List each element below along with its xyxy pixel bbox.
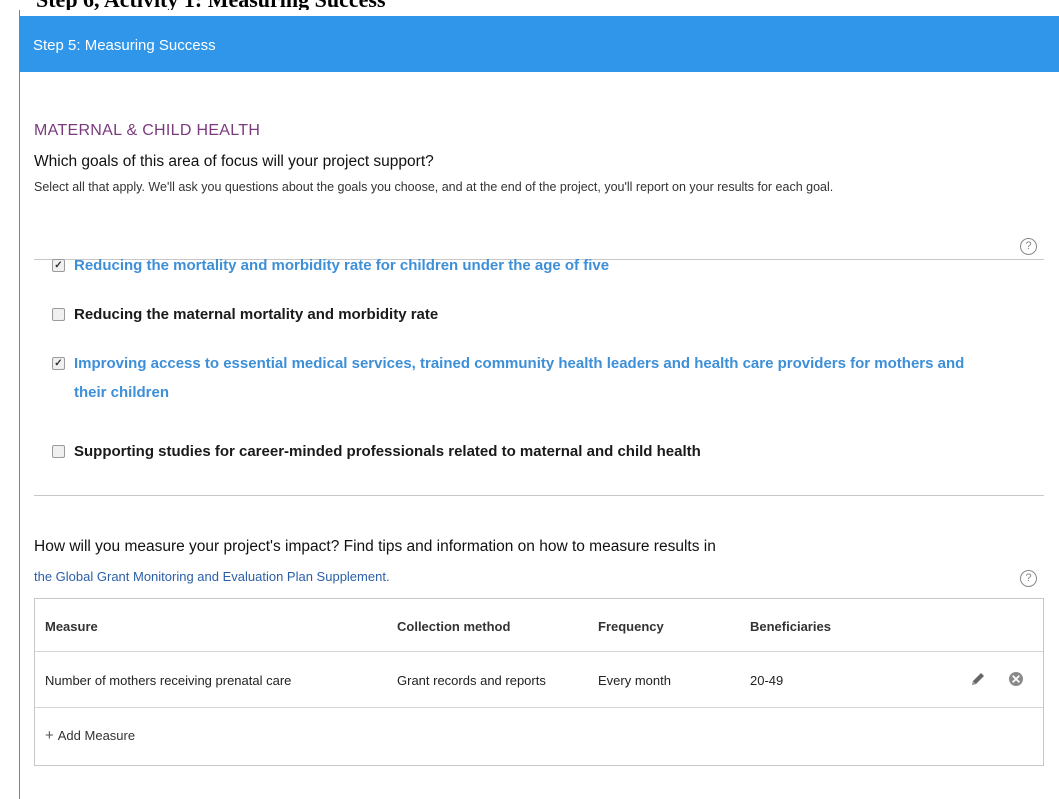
goal-option[interactable]: ✓ Reducing the mortality and morbidity r… — [52, 251, 994, 280]
table-divider — [35, 707, 1043, 708]
goal-checkbox[interactable] — [52, 445, 65, 458]
table-divider — [35, 651, 1043, 652]
collection-method-cell: Grant records and reports — [397, 673, 546, 688]
step-title: Step 5: Measuring Success — [33, 37, 216, 54]
column-header-measure: Measure — [45, 619, 98, 634]
goal-option[interactable]: Reducing the maternal mortality and morb… — [52, 300, 994, 329]
goal-checkbox[interactable]: ✓ — [52, 357, 65, 370]
goals-question: Which goals of this area of focus will y… — [34, 153, 434, 170]
column-header-collection-method: Collection method — [397, 619, 511, 634]
cropped-heading-text: Step 6, Activity 1: Measuring Success — [36, 0, 386, 10]
goal-label[interactable]: Reducing the maternal mortality and morb… — [74, 300, 994, 329]
step-header-bar: Step 5: Measuring Success — [20, 16, 1059, 72]
plus-icon: + — [45, 727, 54, 744]
evaluation-plan-link[interactable]: the Global Grant Monitoring and Evaluati… — [34, 569, 386, 584]
column-header-beneficiaries: Beneficiaries — [750, 619, 831, 634]
column-header-frequency: Frequency — [598, 619, 664, 634]
measures-table: Measure Collection method Frequency Bene… — [34, 598, 1044, 766]
add-measure-label: Add Measure — [57, 728, 136, 743]
link-suffix: . — [385, 569, 390, 584]
goal-label[interactable]: Reducing the mortality and morbidity rat… — [74, 251, 994, 280]
section-divider — [34, 495, 1044, 496]
goal-label[interactable]: Supporting studies for career-minded pro… — [74, 437, 994, 466]
goal-option[interactable]: ✓ Improving access to essential medical … — [52, 349, 994, 407]
pencil-icon[interactable] — [970, 671, 986, 687]
step-panel: Step 5: Measuring Success MATERNAL & CHI… — [19, 10, 1059, 799]
goal-label[interactable]: Improving access to essential medical se… — [74, 349, 994, 407]
cropped-page-heading: Step 6, Activity 1: Measuring Success — [0, 0, 1059, 10]
goal-checkbox[interactable]: ✓ — [52, 259, 65, 272]
area-of-focus-title: MATERNAL & CHILD HEALTH — [34, 122, 261, 139]
help-icon[interactable]: ? — [1020, 238, 1037, 255]
goal-checkbox[interactable] — [52, 308, 65, 321]
help-icon[interactable]: ? — [1020, 570, 1037, 587]
close-circle-icon[interactable] — [1008, 671, 1024, 687]
measure-cell: Number of mothers receiving prenatal car… — [45, 673, 292, 688]
add-measure-button[interactable]: + Add Measure — [45, 727, 135, 744]
goals-instructions: Select all that apply. We'll ask you que… — [34, 180, 834, 194]
measure-question: How will you measure your project's impa… — [34, 538, 716, 555]
beneficiaries-cell: 20-49 — [750, 673, 784, 688]
frequency-cell: Every month — [598, 673, 671, 688]
goal-option[interactable]: Supporting studies for career-minded pro… — [52, 437, 994, 466]
measure-guide-line: the Global Grant Monitoring and Evaluati… — [34, 569, 390, 584]
